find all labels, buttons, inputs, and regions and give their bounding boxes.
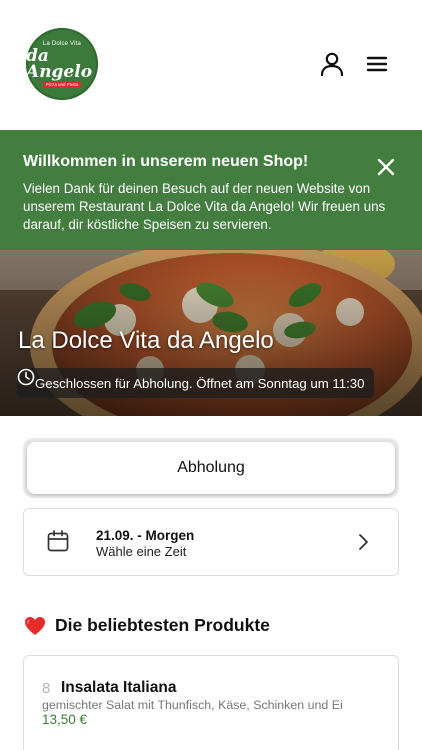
time-selector[interactable]: 21.09. - Morgen Wähle eine Zeit: [23, 508, 399, 576]
heart-icon: [24, 616, 46, 636]
hamburger-menu-icon: [366, 56, 388, 72]
account-button[interactable]: [318, 50, 346, 78]
welcome-banner: Willkommen in unserem neuen Shop! Vielen…: [0, 130, 422, 250]
restaurant-name: La Dolce Vita da Angelo: [18, 327, 274, 354]
calendar-icon: [46, 529, 70, 558]
logo-script-text: da Angelo: [26, 46, 93, 82]
product-number: 8: [42, 680, 51, 697]
chevron-right-icon: [355, 532, 371, 557]
selected-date: 21.09. - Morgen: [96, 528, 195, 543]
menu-button[interactable]: [363, 50, 391, 78]
product-card[interactable]: 8 Insalata Italiana gemischter Salat mit…: [23, 655, 399, 750]
pickup-option-button[interactable]: Abholung: [27, 442, 395, 494]
product-price: 13,50 €: [42, 712, 88, 727]
restaurant-logo[interactable]: La Dolce Vita da Angelo Pizza und Pasta: [26, 28, 98, 100]
popular-products-heading: Die beliebtesten Produkte: [24, 615, 270, 636]
user-icon: [320, 52, 344, 77]
opening-status: Geschlossen für Abholung. Öffnet am Sonn…: [17, 368, 375, 398]
popular-products-title: Die beliebtesten Produkte: [55, 615, 270, 635]
product-name: Insalata Italiana: [61, 679, 177, 696]
product-description: gemischter Salat mit Thunfisch, Käse, Sc…: [42, 698, 343, 712]
time-prompt: Wähle eine Zeit: [96, 544, 187, 559]
close-icon: [377, 158, 395, 176]
banner-close-button[interactable]: [374, 155, 398, 179]
banner-text: Vielen Dank für deinen Besuch auf der ne…: [23, 181, 386, 232]
order-mode-toggle: Abholung: [23, 438, 399, 498]
hero-banner: La Dolce Vita da Angelo Geschlossen für …: [0, 250, 422, 416]
site-header: La Dolce Vita da Angelo Pizza und Pasta: [0, 0, 422, 130]
opening-status-text: Geschlossen für Abholung. Öffnet am Sonn…: [35, 375, 365, 391]
banner-title: Willkommen in unserem neuen Shop!: [23, 153, 309, 170]
logo-tagline: Pizza und Pasta: [42, 82, 82, 87]
